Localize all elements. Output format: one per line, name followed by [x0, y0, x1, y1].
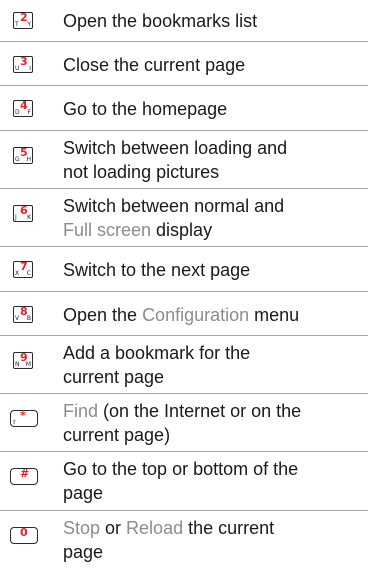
key-6-icon: 6 J K [13, 204, 33, 222]
shortcut-description: Go to the top or bottom of the page [63, 459, 299, 503]
shortcut-row: 0 Stop or Reload the current page [0, 512, 368, 578]
row-divider [0, 85, 368, 86]
shortcut-description: Add a bookmark for the current page [63, 343, 251, 387]
ui-term: Full screen [63, 220, 152, 240]
ui-term: Reload [126, 518, 184, 538]
key-4-icon: 4 D F [13, 99, 33, 117]
key-0-icon: 0 [10, 527, 38, 544]
shortcut-description: Switch between normal and Full screen di… [63, 196, 285, 240]
row-divider [0, 510, 368, 511]
shortcut-row: 5 G H Switch between loading and not loa… [0, 132, 368, 189]
shortcut-row: * ⇧ Find (on the Internet or on the curr… [0, 395, 368, 452]
shortcut-description: Open the bookmarks list [63, 11, 258, 31]
row-divider [0, 393, 368, 394]
shortcut-row: 6 J K Switch between normal and Full scr… [0, 190, 368, 247]
row-divider [0, 246, 368, 247]
shortcut-description: Close the current page [63, 55, 246, 75]
row-divider [0, 130, 368, 131]
shortcut-description: Switch to the next page [63, 260, 251, 280]
shortcut-row: 9 N M Add a bookmark for the current pag… [0, 337, 368, 394]
key-5-icon: 5 G H [13, 146, 33, 164]
shortcut-description: Switch between loading and not loading p… [63, 138, 288, 182]
key-8-icon: 8 V B [13, 305, 33, 323]
key-2-icon: 2 T Y [13, 11, 33, 29]
key-7-icon: 7 X C [13, 260, 33, 278]
shortcut-description: Find (on the Internet or on the current … [63, 401, 302, 445]
shortcut-row: 8 V B Open the Configuration menu [0, 293, 368, 336]
shortcut-row: # Go to the top or bottom of the page [0, 453, 368, 511]
row-divider [0, 188, 368, 189]
ui-term: Stop [63, 518, 101, 538]
shortcut-description: Stop or Reload the current page [63, 518, 275, 562]
shortcut-row: 7 X C Switch to the next page [0, 248, 368, 292]
key-3-icon: 3 U I [13, 55, 33, 73]
ui-term: Configuration [142, 305, 250, 325]
row-divider [0, 291, 368, 292]
row-divider [0, 41, 368, 42]
shortcut-description: Go to the homepage [63, 99, 228, 119]
shortcut-description: Open the Configuration menu [63, 305, 300, 325]
shortcut-row: 2 T Y Open the bookmarks list [0, 0, 368, 42]
key-star-icon: * ⇧ [10, 410, 38, 427]
row-divider [0, 335, 368, 336]
key-hash-icon: # [10, 468, 38, 485]
ui-term: Find [63, 401, 99, 421]
key-9-icon: 9 N M [13, 351, 33, 369]
row-divider [0, 451, 368, 452]
shortcut-row: 4 D F Go to the homepage [0, 87, 368, 131]
shortcut-row: 3 U I Close the current page [0, 43, 368, 86]
